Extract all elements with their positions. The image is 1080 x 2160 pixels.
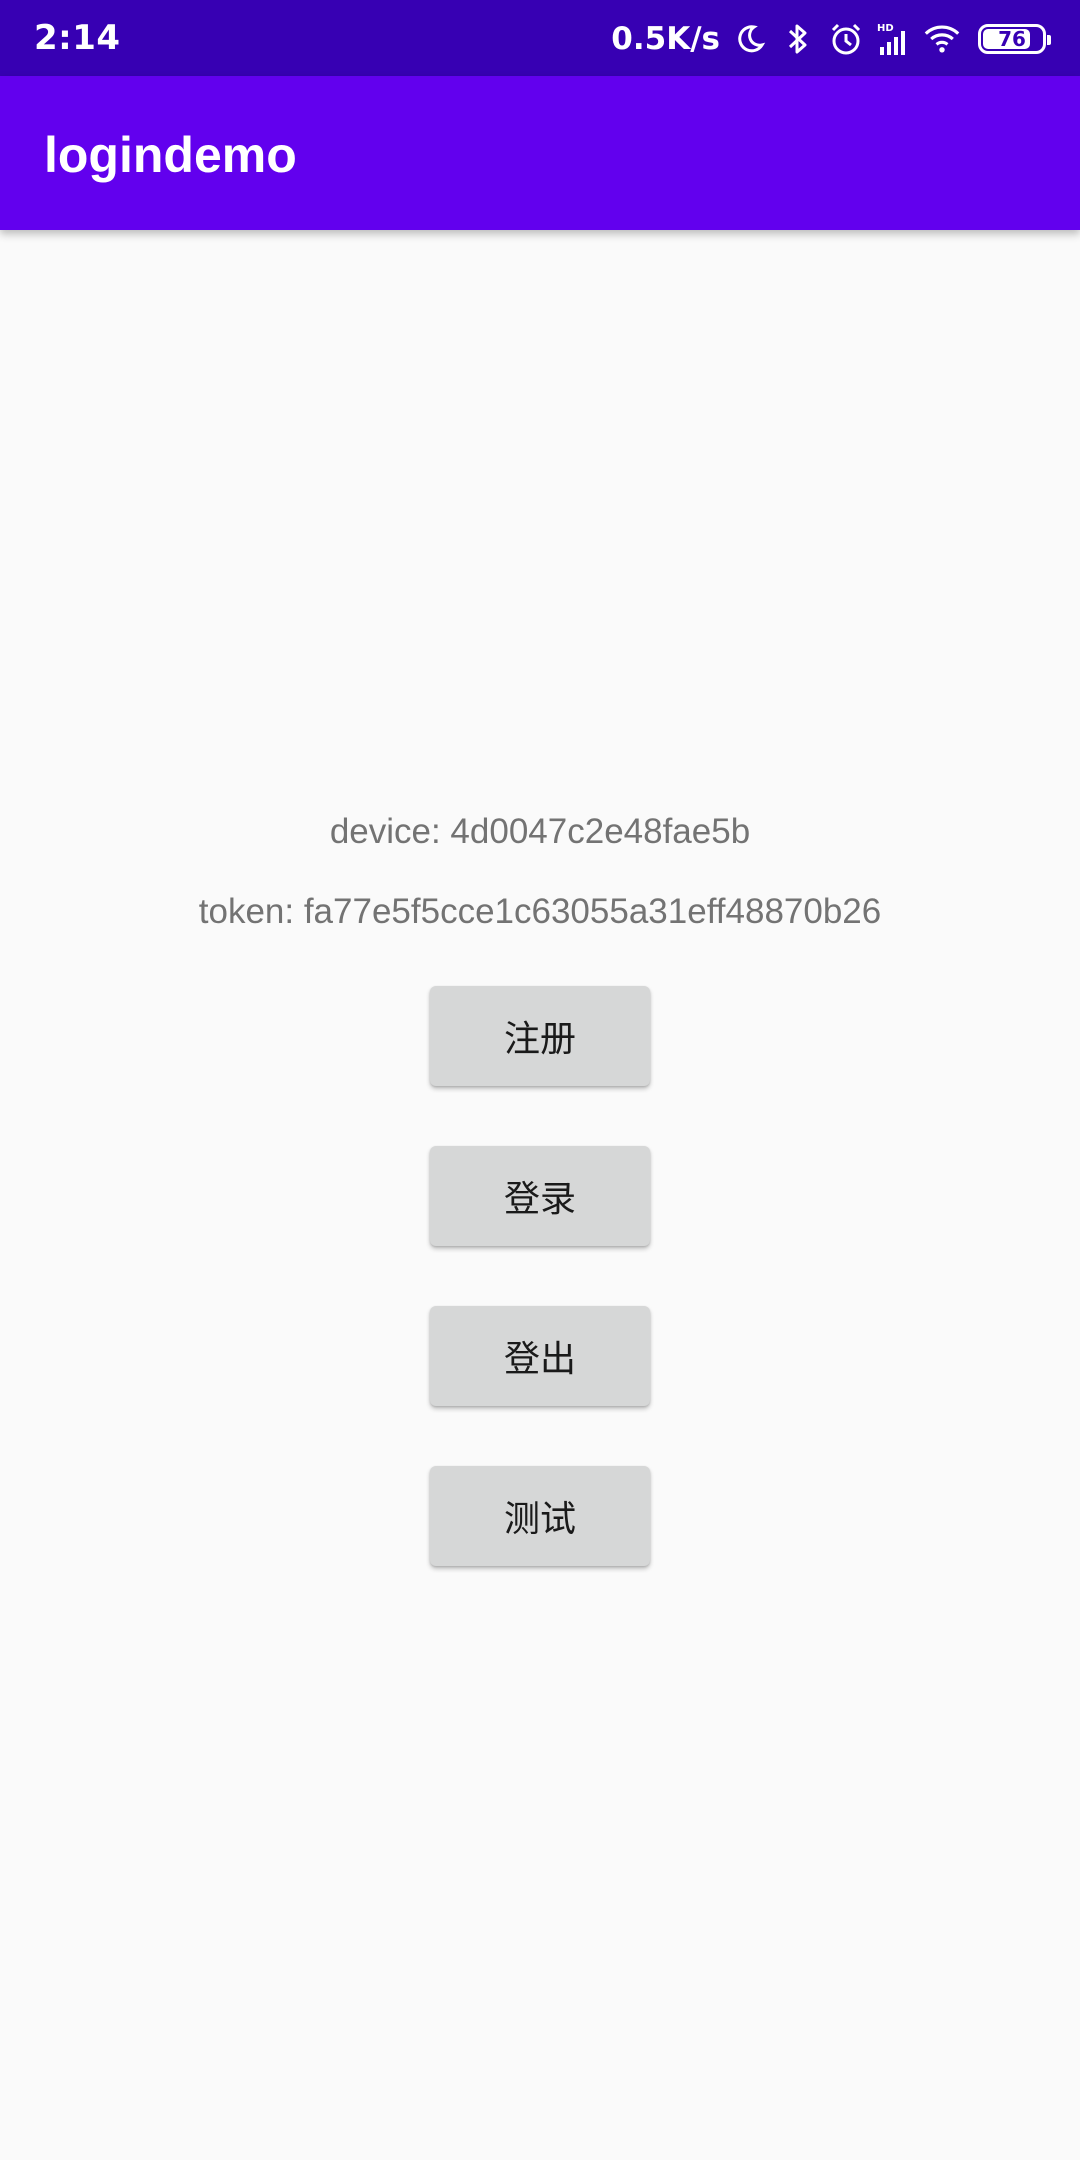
device-id-text: device: 4d0047c2e48fae5b xyxy=(329,812,751,851)
test-button[interactable]: 测试 xyxy=(430,1466,650,1566)
battery-icon: 76 xyxy=(978,24,1051,54)
status-icons: 0.5K/s HD 76 xyxy=(611,14,1051,64)
network-speed: 0.5K/s xyxy=(611,21,720,57)
moon-icon xyxy=(732,21,768,57)
token-text: token: fa77e5f5cce1c63055a31eff48870b26 xyxy=(198,892,882,931)
login-button[interactable]: 登录 xyxy=(430,1146,650,1246)
hd-signal-icon: HD xyxy=(876,21,912,57)
app-bar: logindemo xyxy=(0,76,1080,230)
logout-button[interactable]: 登出 xyxy=(430,1306,650,1406)
main-content: device: 4d0047c2e48fae5b token: fa77e5f5… xyxy=(0,230,1080,2160)
status-time: 2:14 xyxy=(34,18,121,58)
register-button[interactable]: 注册 xyxy=(430,986,650,1086)
battery-level: 76 xyxy=(998,27,1026,51)
alarm-icon xyxy=(828,21,864,57)
bluetooth-icon xyxy=(780,21,816,57)
svg-text:HD: HD xyxy=(877,23,894,34)
wifi-icon xyxy=(924,21,960,57)
status-bar: 2:14 0.5K/s HD 76 xyxy=(0,0,1080,76)
app-title: logindemo xyxy=(44,127,297,183)
